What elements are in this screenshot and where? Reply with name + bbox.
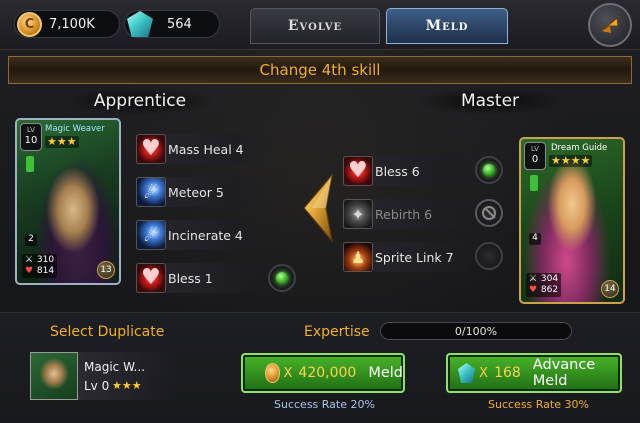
- tab-meld[interactable]: Meld: [386, 8, 508, 44]
- card-name: Magic Weaver: [45, 124, 105, 134]
- duplicate-name: Magic W...: [84, 360, 146, 374]
- selected-dot-icon: [276, 272, 288, 284]
- expertise-label: Expertise: [304, 324, 370, 340]
- slot-number: 4: [529, 233, 541, 245]
- sword-icon: ⚔: [529, 274, 538, 284]
- skill-label: Bless 6: [375, 163, 420, 179]
- advance-meld-button-label: Advance Meld: [532, 357, 596, 389]
- duplicate-card-thumb[interactable]: [30, 352, 78, 400]
- meld-button[interactable]: X 420,000 Meld: [241, 353, 405, 393]
- card-stats: ⚔ 310 ♥ 814: [22, 254, 58, 278]
- apprentice-skill-4: ♥ Bless 1: [136, 263, 268, 293]
- gold-amount: 7,100K: [49, 16, 95, 32]
- tab-meld-label: Meld: [425, 18, 469, 34]
- advance-success-rate: Success Rate 30%: [488, 398, 589, 411]
- sword-icon: ⚔: [25, 255, 34, 265]
- heart-icon: ♥: [25, 266, 34, 276]
- sprite-icon: ♟: [343, 242, 373, 272]
- select-duplicate-label: Select Duplicate: [50, 324, 165, 340]
- skill-label: Sprite Link 7: [375, 249, 454, 265]
- apprentice-heading: Apprentice: [70, 88, 210, 114]
- gem-icon: [458, 363, 476, 383]
- apprentice-skill-3: ☄ Incinerate 4: [136, 220, 268, 250]
- skill-label: Bless 1: [168, 270, 213, 286]
- level-badge: LV 10: [20, 123, 42, 151]
- skill-label: Rebirth 6: [375, 206, 433, 222]
- level-badge: LV 0: [524, 142, 546, 170]
- attack-value: 304: [540, 274, 559, 284]
- apprentice-card[interactable]: LV 10 Magic Weaver ★★★ 2 ⚔ 310 ♥ 814 13: [15, 118, 121, 285]
- master-skill-1: ♥ Bless 6: [343, 156, 475, 186]
- tab-evolve[interactable]: Evolve: [250, 8, 380, 44]
- card-name: Dream Guide: [551, 143, 608, 153]
- expertise-bar: 0/100%: [380, 322, 572, 340]
- advance-cost: 168: [494, 365, 521, 381]
- skill-label: Meteor 5: [168, 184, 224, 200]
- tab-evolve-label: Evolve: [287, 18, 343, 34]
- skill-label: Mass Heal 4: [168, 141, 244, 157]
- rarity-stars: ★★★★: [549, 154, 593, 167]
- level-value: 10: [24, 135, 38, 146]
- meteor-icon: ☄: [136, 220, 166, 250]
- heart-icon: ♥: [343, 156, 373, 186]
- skill-label: Incinerate 4: [168, 227, 243, 243]
- cost-badge: 13: [97, 261, 115, 279]
- master-heading: Master: [420, 88, 560, 114]
- duplicate-level: Lv 0: [84, 379, 110, 393]
- meld-success-rate: Success Rate 20%: [274, 398, 375, 411]
- skill-select-radio[interactable]: [268, 264, 296, 292]
- duplicate-stars: ★★★: [112, 379, 142, 392]
- selected-dot-icon: [483, 164, 495, 176]
- meld-screen: C 7,100K 564 Evolve Meld Change 4th skil…: [0, 0, 640, 423]
- heart-icon: ♥: [529, 285, 538, 295]
- duplicate-card-info[interactable]: Magic W... Lv 0 ★★★: [78, 352, 176, 400]
- back-button[interactable]: [588, 3, 632, 47]
- back-arrow-icon: [601, 17, 619, 33]
- gold-coin-icon: C: [17, 12, 42, 37]
- transfer-arrow-icon: [303, 173, 333, 243]
- cost-badge: 14: [601, 280, 619, 298]
- master-card[interactable]: LV 0 Dream Guide ★★★★ 4 ⚔ 304 ♥ 862 14: [519, 137, 625, 304]
- level-label: LV: [27, 126, 35, 134]
- apprentice-heading-label: Apprentice: [93, 91, 187, 111]
- leaf-icon: [26, 156, 34, 172]
- skill-select-radio[interactable]: [475, 242, 503, 270]
- wing-icon: ✦: [343, 199, 373, 229]
- gem-amount: 564: [167, 16, 192, 32]
- hp-value: 814: [36, 266, 55, 276]
- gem-icon: [127, 11, 153, 37]
- level-value: 0: [531, 154, 539, 165]
- hp-value: 862: [540, 285, 559, 295]
- meld-button-label: Meld: [368, 365, 403, 381]
- heart-icon: ♥: [136, 134, 166, 164]
- expertise-value: 0/100%: [454, 324, 498, 338]
- master-skill-2: ✦ Rebirth 6: [343, 199, 475, 229]
- meteor-icon: ☄: [136, 177, 166, 207]
- attack-value: 310: [36, 255, 55, 265]
- rarity-stars: ★★★: [45, 135, 79, 148]
- blocked-icon: [482, 206, 496, 220]
- gem-counter: 564: [124, 10, 220, 38]
- heart-icon: ♥: [136, 263, 166, 293]
- title-banner: Change 4th skill: [8, 56, 632, 84]
- level-label: LV: [531, 145, 539, 153]
- skill-select-radio[interactable]: [475, 156, 503, 184]
- gold-coin-icon: [265, 363, 280, 383]
- apprentice-skill-1: ♥ Mass Heal 4: [136, 134, 268, 164]
- gold-counter: C 7,100K: [14, 10, 120, 38]
- advance-cost-prefix: X: [479, 365, 489, 381]
- advance-meld-button[interactable]: X 168 Advance Meld: [446, 353, 622, 393]
- leaf-icon: [530, 175, 538, 191]
- meld-cost-prefix: X: [283, 365, 293, 381]
- master-heading-label: Master: [460, 91, 520, 111]
- card-stats: ⚔ 304 ♥ 862: [526, 273, 562, 297]
- apprentice-skill-2: ☄ Meteor 5: [136, 177, 268, 207]
- skill-blocked-radio: [475, 199, 503, 227]
- page-title: Change 4th skill: [259, 61, 381, 79]
- slot-number: 2: [25, 234, 37, 246]
- master-skill-3: ♟ Sprite Link 7: [343, 242, 475, 272]
- meld-cost: 420,000: [298, 365, 357, 381]
- top-bar: C 7,100K 564 Evolve Meld: [0, 0, 640, 50]
